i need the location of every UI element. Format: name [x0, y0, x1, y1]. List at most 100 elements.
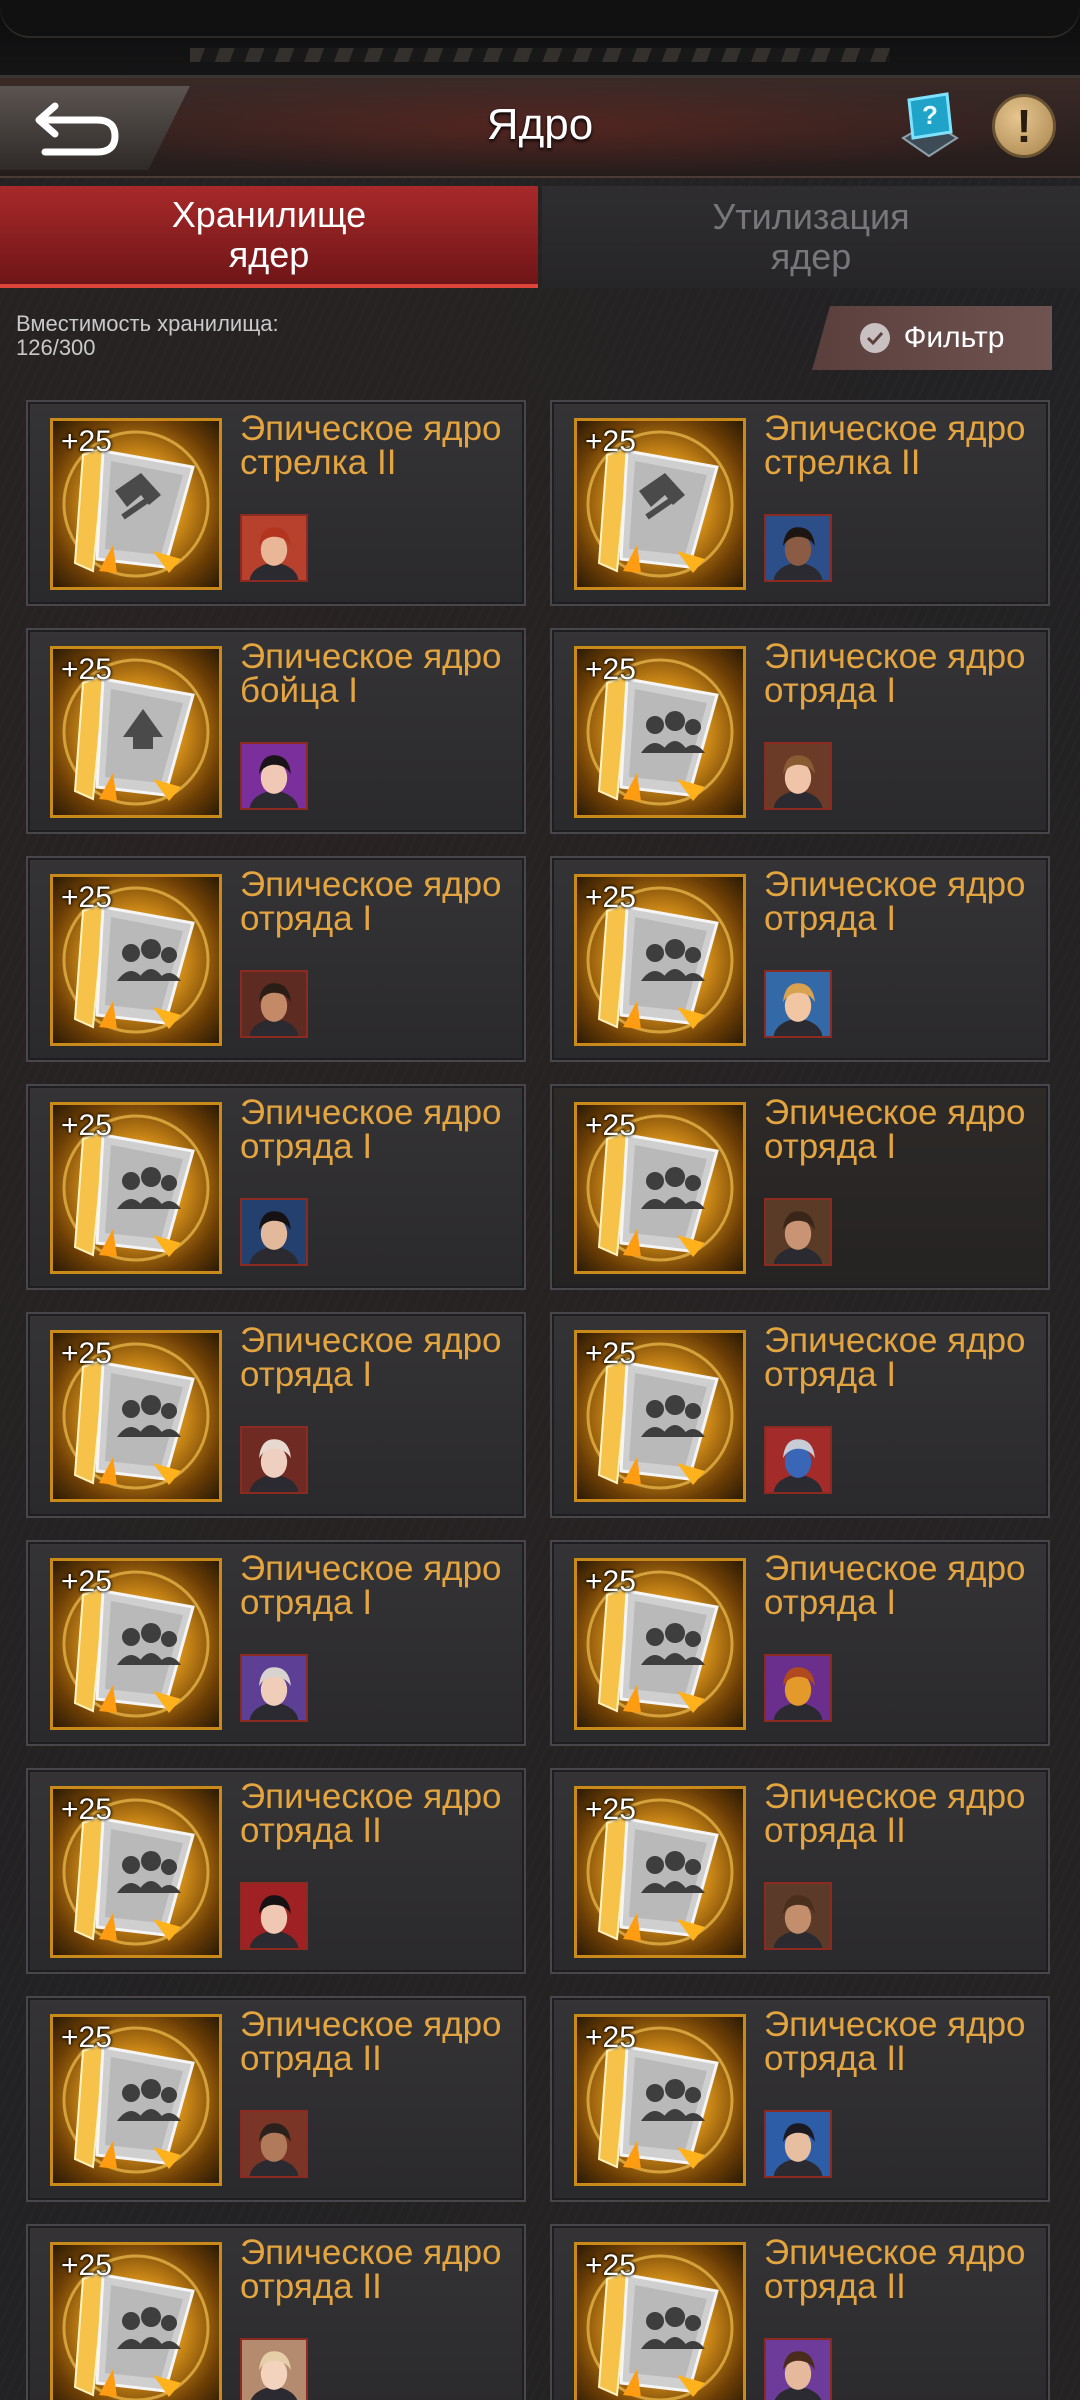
core-item-icon: +25 [50, 646, 222, 818]
info-button[interactable]: ! [992, 94, 1056, 158]
filter-label: Фильтр [903, 321, 1005, 354]
hero-avatar [764, 2110, 832, 2178]
core-name-line2: отряда I [764, 1583, 897, 1622]
core-name: Эпическое ядро отряда I [764, 639, 1048, 708]
core-level-badge: +25 [585, 1109, 636, 1142]
core-level-badge: +25 [585, 1793, 636, 1826]
hero-avatar [764, 742, 832, 810]
tab-core-storage[interactable]: Хранилище ядер [0, 186, 538, 288]
core-item-icon: +25 [50, 1786, 222, 1958]
core-item-icon: +25 [50, 874, 222, 1046]
core-item-icon: +25 [574, 1558, 746, 1730]
hero-avatar [764, 1882, 832, 1950]
core-card[interactable]: +25 Эпическое ядро отряда I [26, 1084, 526, 1290]
core-name-line2: отряда I [764, 899, 897, 938]
core-level-badge: +25 [585, 2021, 636, 2054]
core-item-icon: +25 [574, 418, 746, 590]
core-name-line1: Эпическое ядро [240, 1777, 502, 1816]
core-level-badge: +25 [61, 2249, 112, 2282]
core-card[interactable]: +25 Эпическое ядро отряда I [550, 628, 1050, 834]
check-icon [859, 323, 890, 353]
core-name: Эпическое ядро отряда II [240, 2007, 524, 2078]
core-card[interactable]: +25 Эпическое ядро отряда II [550, 2224, 1050, 2400]
core-name: Эпическое ядро отряда I [240, 1321, 524, 1394]
svg-text:?: ? [922, 100, 938, 130]
header: Ядро ? ! [0, 78, 1080, 178]
hero-avatar [240, 1882, 308, 1950]
core-name-line2: отряда I [240, 1355, 373, 1394]
core-card[interactable]: +25 Эпическое ядро отряда I [550, 1084, 1050, 1290]
core-card[interactable]: +25 Эпическое ядро отряда II [26, 2224, 526, 2400]
core-name: Эпическое ядро отряда II [764, 1779, 1048, 1850]
core-name-line2: отряда II [764, 2039, 906, 2078]
core-card[interactable]: +25 Эпическое ядро стрелка II [550, 400, 1050, 606]
core-name: Эпическое ядро бойца I [240, 637, 524, 708]
core-level-badge: +25 [61, 425, 112, 458]
core-item-icon: +25 [574, 646, 746, 818]
core-level-badge: +25 [61, 1337, 112, 1370]
core-name-line1: Эпическое ядро [240, 1549, 502, 1588]
core-item-icon: +25 [574, 874, 746, 1046]
help-screen-icon[interactable]: ? [893, 88, 965, 164]
core-name: Эпическое ядро отряда I [764, 1095, 1048, 1166]
core-level-badge: +25 [61, 2021, 112, 2054]
hero-avatar [240, 1426, 308, 1494]
core-name: Эпическое ядро стрелка II [764, 409, 1048, 482]
core-item-icon: +25 [574, 2242, 746, 2400]
core-name-line1: Эпическое ядро [764, 1549, 1026, 1588]
core-name-line1: Эпическое ядро [240, 865, 502, 904]
core-name-line2: отряда II [764, 1811, 906, 1850]
core-name-line1: Эпическое ядро [764, 2233, 1026, 2272]
core-card[interactable]: +25 Эпическое ядро стрелка II [26, 400, 526, 606]
tab-label: Хранилище ядер [171, 194, 367, 275]
core-card[interactable]: +25 Эпическое ядро отряда II [26, 1768, 526, 1974]
core-name-line2: отряда I [240, 1127, 373, 1166]
core-card[interactable]: +25 Эпическое ядро отряда I [26, 1540, 526, 1746]
core-card[interactable]: +25 Эпическое ядро отряда I [550, 1540, 1050, 1746]
filter-button[interactable]: Фильтр [812, 306, 1052, 370]
core-name: Эпическое ядро отряда I [764, 1549, 1048, 1622]
core-name: Эпическое ядро отряда I [764, 1321, 1048, 1394]
core-item-icon: +25 [574, 1330, 746, 1502]
core-name: Эпическое ядро отряда II [764, 2007, 1048, 2078]
core-card[interactable]: +25 Эпическое ядро отряда II [550, 1996, 1050, 2202]
core-name-line2: отряда I [764, 1127, 897, 1166]
core-name: Эпическое ядро отряда I [764, 867, 1048, 938]
core-level-badge: +25 [61, 1793, 112, 1826]
core-name-line1: Эпическое ядро [240, 409, 502, 448]
hero-avatar [240, 970, 308, 1038]
core-item-icon: +25 [50, 2014, 222, 2186]
core-level-badge: +25 [61, 1109, 112, 1142]
core-level-badge: +25 [585, 1565, 636, 1598]
tab-label: Утилизация ядер [712, 196, 910, 277]
core-name-line2: отряда I [764, 1355, 897, 1394]
core-name: Эпическое ядро стрелка II [240, 409, 524, 482]
core-name-line1: Эпическое ядро [240, 637, 502, 676]
core-card[interactable]: +25 Эпическое ядро отряда I [26, 856, 526, 1062]
top-frame [0, 0, 1080, 78]
core-name: Эпическое ядро отряда II [240, 1777, 524, 1848]
core-name-line1: Эпическое ядро [764, 1321, 1026, 1360]
core-level-badge: +25 [585, 425, 636, 458]
exclamation-icon: ! [1016, 100, 1032, 152]
core-card[interactable]: +25 Эпическое ядро отряда I [26, 1312, 526, 1518]
hero-avatar [764, 970, 832, 1038]
core-card[interactable]: +25 Эпическое ядро отряда II [26, 1996, 526, 2202]
core-level-badge: +25 [585, 1337, 636, 1370]
core-name-line2: отряда II [240, 2039, 382, 2078]
core-name-line2: стрелка II [240, 443, 397, 482]
core-name-line1: Эпическое ядро [764, 409, 1026, 448]
tab-core-recycling[interactable]: Утилизация ядер [542, 186, 1080, 288]
core-name-line2: стрелка II [764, 443, 921, 482]
core-card[interactable]: +25 Эпическое ядро отряда I [550, 856, 1050, 1062]
core-card[interactable]: +25 Эпическое ядро отряда II [550, 1768, 1050, 1974]
tab-bar: Хранилище ядер Утилизация ядер [0, 186, 1080, 288]
core-name: Эпическое ядро отряда II [764, 2233, 1048, 2304]
core-card[interactable]: +25 Эпическое ядро бойца I [26, 628, 526, 834]
core-name: Эпическое ядро отряда II [240, 2233, 524, 2304]
core-card[interactable]: +25 Эпическое ядро отряда I [550, 1312, 1050, 1518]
storage-capacity: Вместимость хранилища: 126/300 [16, 312, 279, 360]
core-name-line1: Эпическое ядро [240, 1321, 502, 1360]
core-name-line2: отряда I [240, 1583, 373, 1622]
core-name-line1: Эпическое ядро [240, 2233, 502, 2272]
